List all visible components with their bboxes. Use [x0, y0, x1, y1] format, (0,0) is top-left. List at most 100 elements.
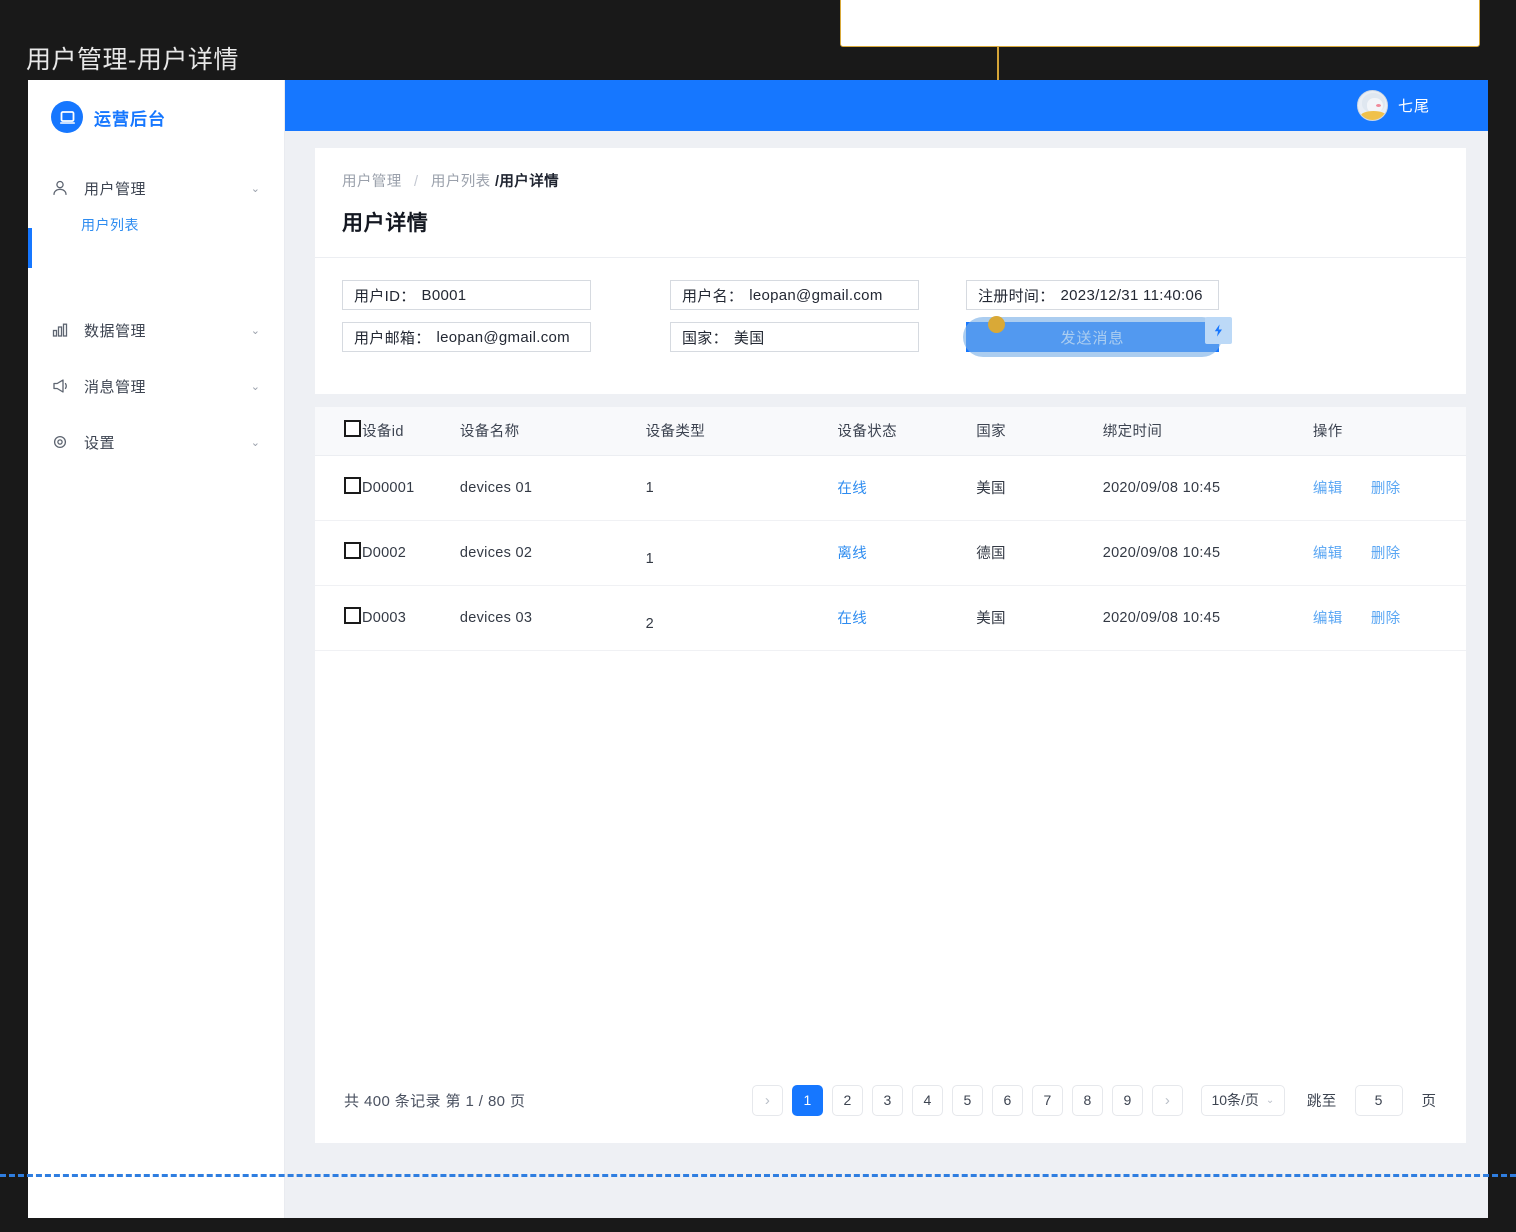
pagination-next-button[interactable]: › [1151, 1084, 1183, 1116]
col-operation: 操作 [1312, 407, 1466, 456]
pager: › 1 2 3 4 5 6 7 8 9 › 10条/页 ⌄ 跳至 5 页 [751, 1084, 1437, 1116]
cell-bind-time: 2020/09/08 10:45 [1102, 455, 1313, 521]
pagination-page-1[interactable]: 1 [791, 1084, 823, 1116]
col-device-name: 设备名称 [459, 407, 646, 456]
breadcrumb-separator: / [414, 174, 419, 190]
row-checkbox[interactable] [344, 477, 361, 494]
row-checkbox[interactable] [344, 542, 361, 559]
breadcrumb-item-user-list[interactable]: 用户列表 [431, 174, 491, 190]
page-title: 用户详情 [315, 191, 1466, 258]
chevron-down-icon: ⌄ [1265, 1094, 1275, 1106]
viewport-guide-line [0, 1174, 1516, 1177]
user-email-field[interactable]: 用户邮箱： leopan@gmail.com [342, 322, 591, 352]
lightning-bolt-icon [1205, 317, 1232, 344]
cell-device-id: D00001 [361, 455, 460, 521]
sidebar-item-user-management[interactable]: 用户管理 ⌄ [28, 168, 284, 208]
sidebar-active-indicator-slot [28, 228, 284, 294]
page-caption: 用户管理-用户详情 [26, 46, 239, 74]
row-select-cell [315, 455, 362, 521]
cell-operation: 编辑 删除 [1312, 585, 1466, 651]
sidebar-item-settings[interactable]: 设置 ⌄ [28, 422, 284, 462]
select-all-checkbox[interactable] [344, 420, 361, 438]
user-chip[interactable]: 七尾 [1356, 90, 1430, 121]
sidebar: 运营后台 用户管理 ⌄ 用户列表 数据管理 ⌄ 消息管理 ⌄ 设置 ⌄ [28, 80, 285, 1218]
sidebar-logo-text: 运营后台 [94, 109, 166, 129]
row-checkbox[interactable] [344, 607, 361, 624]
user-id-field[interactable]: 用户ID： B0001 [342, 280, 591, 310]
pagination-page-2[interactable]: 2 [831, 1084, 863, 1116]
cell-operation: 编辑 删除 [1312, 520, 1466, 586]
device-table: 设备id 设备名称 设备类型 设备状态 国家 绑定时间 操作 D00001 de… [315, 407, 1466, 651]
sidebar-subitem-label: 用户列表 [81, 217, 139, 233]
table-row: D0002 devices 02 1 离线 德国 2020/09/08 10:4… [315, 520, 1466, 586]
page-size-select[interactable]: 10条/页 ⌄ [1200, 1084, 1285, 1116]
edit-link[interactable]: 编辑 [1313, 481, 1343, 497]
sidebar-menu: 用户管理 ⌄ 用户列表 数据管理 ⌄ 消息管理 ⌄ 设置 ⌄ [28, 168, 284, 462]
cell-device-name: devices 03 [459, 585, 646, 651]
table-body: D00001 devices 01 1 在线 美国 2020/09/08 10:… [315, 455, 1466, 651]
table-row: D0003 devices 03 2 在线 美国 2020/09/08 10:4… [315, 585, 1466, 651]
annotation-callout-box [840, 0, 1480, 47]
register-time-field[interactable]: 注册时间： 2023/12/31 11:40:06 [966, 280, 1219, 310]
col-device-id: 设备id [361, 407, 460, 456]
pagination-page-5[interactable]: 5 [951, 1084, 983, 1116]
user-id-value: B0001 [421, 286, 467, 304]
col-country: 国家 [976, 407, 1103, 456]
pagination-page-6[interactable]: 6 [991, 1084, 1023, 1116]
bar-chart-icon [51, 321, 69, 339]
device-table-card: 设备id 设备名称 设备类型 设备状态 国家 绑定时间 操作 D00001 de… [315, 407, 1466, 1143]
chevron-down-icon: ⌄ [250, 324, 260, 337]
monitor-icon [51, 101, 83, 133]
top-bar: 七尾 [285, 80, 1488, 131]
delete-link[interactable]: 删除 [1371, 611, 1401, 627]
country-field[interactable]: 国家： 美国 [670, 322, 919, 352]
delete-link[interactable]: 删除 [1371, 546, 1401, 562]
register-time-value: 2023/12/31 11:40:06 [1060, 286, 1203, 304]
pagination-page-4[interactable]: 4 [911, 1084, 943, 1116]
table-header-row: 设备id 设备名称 设备类型 设备状态 国家 绑定时间 操作 [315, 407, 1466, 456]
pagination-page-9[interactable]: 9 [1111, 1084, 1143, 1116]
app-window: 运营后台 用户管理 ⌄ 用户列表 数据管理 ⌄ 消息管理 ⌄ 设置 ⌄ 七尾 用… [28, 80, 1488, 1218]
annotation-target-dot [988, 316, 1005, 333]
form-row-1: 用户ID： B0001 用户名： leopan@gmail.com 注册时间： … [342, 280, 1466, 310]
pagination-summary: 共 400 条记录 第 1 / 80 页 [344, 1092, 526, 1110]
sidebar-item-message-management[interactable]: 消息管理 ⌄ [28, 366, 284, 406]
sidebar-item-label: 用户管理 [84, 180, 147, 198]
user-name-label: 用户名： [682, 287, 744, 305]
sidebar-subitem-user-list[interactable]: 用户列表 [28, 208, 284, 242]
chevron-down-icon: ⌄ [250, 380, 260, 393]
register-time-label: 注册时间： [978, 287, 1055, 305]
pagination-page-7[interactable]: 7 [1031, 1084, 1063, 1116]
user-name: 七尾 [1397, 98, 1430, 115]
cell-device-type: 1 [645, 520, 838, 586]
cell-device-status: 在线 [837, 455, 977, 521]
table-head: 设备id 设备名称 设备类型 设备状态 国家 绑定时间 操作 [315, 407, 1466, 456]
select-all-header [315, 407, 362, 456]
table-empty-space [315, 651, 1466, 1058]
pagination-prev-button[interactable]: › [751, 1084, 783, 1116]
cell-device-status: 在线 [837, 585, 977, 651]
user-name-field[interactable]: 用户名： leopan@gmail.com [670, 280, 919, 310]
page-size-label: 10条/页 [1211, 1092, 1259, 1108]
jump-to-unit: 页 [1421, 1093, 1437, 1110]
country-value: 美国 [733, 329, 765, 347]
status-badge: 在线 [837, 611, 868, 627]
cell-device-type: 2 [645, 585, 838, 651]
sidebar-item-data-management[interactable]: 数据管理 ⌄ [28, 310, 284, 350]
sidebar-active-indicator [28, 228, 32, 268]
user-email-label: 用户邮箱： [354, 329, 431, 347]
breadcrumb-item-user-management[interactable]: 用户管理 [342, 174, 402, 190]
breadcrumb: 用户管理 / 用户列表 /用户详情 [315, 170, 1466, 191]
jump-to-label: 跳至 [1306, 1093, 1337, 1110]
avatar-icon [1356, 90, 1388, 121]
edit-link[interactable]: 编辑 [1313, 611, 1343, 627]
edit-link[interactable]: 编辑 [1313, 546, 1343, 562]
pagination-page-3[interactable]: 3 [871, 1084, 903, 1116]
cell-bind-time: 2020/09/08 10:45 [1102, 520, 1313, 586]
delete-link[interactable]: 删除 [1371, 481, 1401, 497]
main-pane: 七尾 用户管理 / 用户列表 /用户详情 用户详情 用户ID： B0001 用户… [285, 80, 1488, 1218]
sidebar-logo[interactable]: 运营后台 [28, 80, 284, 133]
cell-country: 德国 [976, 520, 1103, 586]
jump-to-input[interactable]: 5 [1354, 1084, 1403, 1116]
pagination-page-8[interactable]: 8 [1071, 1084, 1103, 1116]
